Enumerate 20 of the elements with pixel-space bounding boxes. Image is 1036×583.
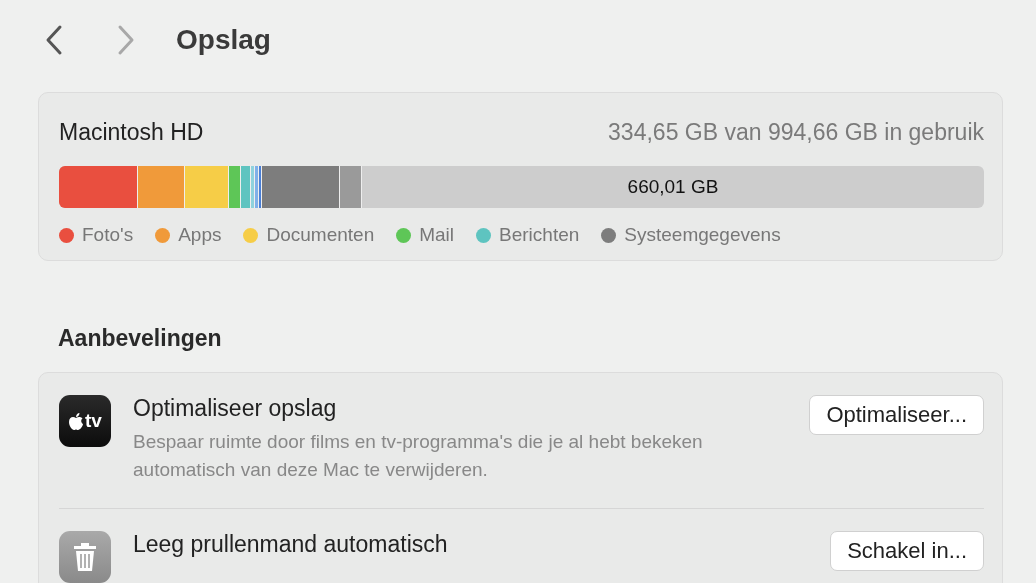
legend-label: Mail [419,224,455,246]
page-title: Opslag [176,24,271,56]
action-button[interactable]: Optimaliseer... [809,395,984,435]
recommendation-title: Leeg prullenmand automatisch [133,531,449,558]
tv-app-icon: tv [59,395,111,447]
trash-icon [59,531,111,583]
recommendation-title: Optimaliseer opslag [133,395,338,422]
legend-label: Foto's [82,224,134,246]
section-heading: Aanbevelingen [58,325,223,352]
disk-name: Macintosh HD [59,119,204,146]
chevron-right-icon [116,24,136,56]
recommendation-description: Bespaar ruimte door films en tv-programma's die je al hebt bekeken automatisch van deze Mac te verwijderen. [133,430,704,482]
chevron-left-icon [44,24,64,56]
legend-label: Systeemgegevens [624,224,781,246]
usage-text: 334,65 GB van 994,66 GB in gebruik [608,119,984,146]
legend-label: Berichten [499,224,580,246]
action-button[interactable]: Schakel in... [830,531,984,571]
legend-label: Apps [178,224,222,246]
legend-label: Documenten [266,224,375,246]
free-space-label: 660,01 GB [627,176,719,198]
